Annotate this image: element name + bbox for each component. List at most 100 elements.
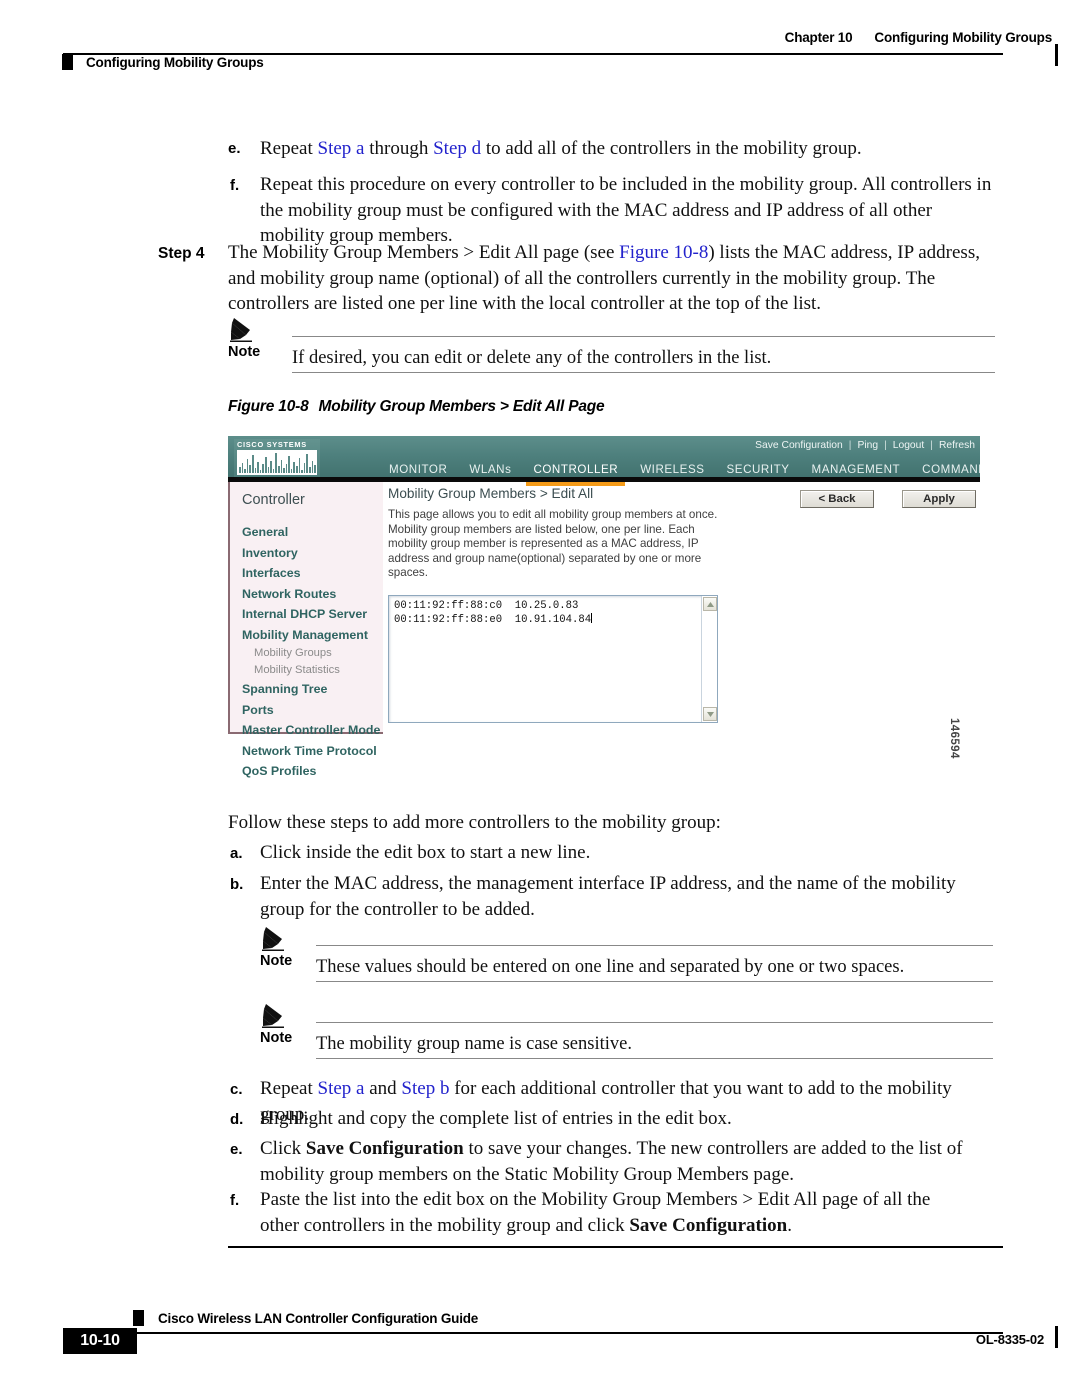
list-marker-d: d. [230, 1111, 244, 1128]
xref-step-a[interactable]: Step a [318, 138, 365, 159]
figure-caption: Figure 10-8 Mobility Group Members > Edit… [228, 398, 605, 416]
editbox-vertical-scrollbar[interactable] [701, 596, 717, 722]
wlc-navbar: CISCO SYSTEMS Save Configuration | Ping | Lo… [228, 436, 980, 486]
link-separator-1: | [848, 440, 852, 451]
text-caret [591, 613, 593, 623]
list-item-e2: Click Save Configuration to save your ch… [260, 1136, 980, 1187]
logout-link[interactable]: Logout [892, 440, 926, 451]
link-separator-3: | [930, 440, 933, 451]
list-marker-e: e. [228, 140, 241, 157]
list-item-f2: Paste the list into the edit box on the … [260, 1187, 972, 1238]
list-marker-b: b. [230, 876, 244, 893]
content-button-row: < Back Apply [800, 490, 976, 508]
sidebar-item-network-routes[interactable]: Network Routes [242, 584, 387, 605]
refresh-link[interactable]: Refresh [938, 440, 976, 451]
footer-page-number: 10-10 [63, 1328, 137, 1354]
list-marker-f2: f. [230, 1192, 240, 1209]
sidebar-item-master-controller-mode[interactable]: Master Controller Mode [242, 720, 387, 741]
link-separator-2: | [884, 440, 887, 451]
note-rule-top-2 [316, 945, 993, 947]
figure-caption-title: Mobility Group Members > Edit All Page [318, 398, 605, 415]
save-configuration-link[interactable]: Save Configuration [754, 440, 844, 451]
note-rule-bottom-2 [316, 981, 993, 983]
note-rule-bottom-1 [292, 372, 995, 374]
sidebar-item-general[interactable]: General [242, 522, 387, 543]
sidebar-item-mobility-groups[interactable]: Mobility Groups [242, 645, 387, 662]
footer-doc-number: OL-8335-02 [975, 1332, 1044, 1347]
figure-id-number: 146594 [948, 718, 960, 759]
step4-pre: The Mobility Group Members > Edit All pa… [228, 242, 620, 263]
header-chapter: Chapter 10 [784, 30, 853, 45]
sidebar-item-mobility-statistics[interactable]: Mobility Statistics [242, 662, 387, 679]
back-button[interactable]: < Back [800, 490, 874, 508]
footer-rule [63, 1332, 1003, 1335]
cisco-systems-logo: CISCO SYSTEMS [234, 439, 320, 479]
item-c-pre: Repeat [260, 1078, 318, 1099]
sidebar-item-ports[interactable]: Ports [242, 700, 387, 721]
note-rule-top-1 [292, 336, 995, 338]
list-item-b: Enter the MAC address, the management in… [260, 873, 956, 920]
list-item-a: Click inside the edit box to start a new… [260, 842, 591, 863]
header-chapter-title: Configuring Mobility Groups [874, 30, 1052, 45]
pencil-icon [262, 925, 292, 956]
step-4-text: The Mobility Group Members > Edit All pa… [228, 240, 993, 317]
header-chapter-line: Chapter 10 Configuring Mobility Groups [784, 30, 1053, 45]
scroll-up-arrow-icon[interactable] [703, 597, 717, 611]
xref-figure-10-8[interactable]: Figure 10-8 [619, 242, 708, 263]
figure-caption-number: Figure 10-8 [228, 398, 309, 415]
step-4-label: Step 4 [158, 245, 205, 262]
header-section-title: Configuring Mobility Groups [86, 55, 264, 70]
editbox-content[interactable]: 00:11:92:ff:88:c0 10.25.0.83 00:11:92:ff… [394, 600, 697, 627]
wlc-sidebar: Controller General Inventory Interfaces … [228, 482, 383, 778]
xref-step-a-2[interactable]: Step a [318, 1078, 365, 1099]
wlc-top-links: Save Configuration | Ping | Logout | Refresh [754, 440, 976, 451]
list-marker-a: a. [230, 845, 243, 862]
list-item-f: Repeat this procedure on every controlle… [260, 174, 992, 246]
header-bullet-square [62, 54, 73, 70]
sidebar-title: Controller [242, 492, 305, 508]
sidebar-item-interfaces[interactable]: Interfaces [242, 563, 387, 584]
list-item-d: Highlight and copy the complete list of … [260, 1108, 732, 1129]
cisco-logo-wordmark: CISCO SYSTEMS [237, 440, 307, 449]
sidebar-list: General Inventory Interfaces Network Rou… [242, 522, 387, 780]
follow-steps-intro: Follow these steps to add more controlle… [228, 812, 721, 833]
xref-step-d[interactable]: Step d [433, 138, 481, 159]
content-bottom-rule [228, 1246, 1003, 1248]
footer-tick [1055, 1326, 1058, 1348]
note-rule-bottom-3 [316, 1058, 993, 1060]
ping-link[interactable]: Ping [856, 440, 879, 451]
list-item-e: Repeat Step a through Step d to add all … [260, 136, 1000, 162]
scroll-down-arrow-icon[interactable] [703, 707, 717, 721]
sidebar-item-inventory[interactable]: Inventory [242, 543, 387, 564]
figure-screenshot-wlc-edit-all: CISCO SYSTEMS Save Configuration | Ping | Lo… [228, 436, 980, 780]
sidebar-item-qos-profiles[interactable]: QoS Profiles [242, 761, 387, 780]
footer-guide-title: Cisco Wireless LAN Controller Configurat… [158, 1311, 479, 1326]
list-marker-c: c. [230, 1081, 243, 1098]
editbox-line-2: 00:11:92:ff:88:e0 10.91.104.84 [394, 614, 592, 626]
xref-step-b[interactable]: Step b [401, 1078, 449, 1099]
sidebar-item-network-time-protocol[interactable]: Network Time Protocol [242, 741, 387, 762]
footer-bullet-square [133, 1310, 144, 1326]
header-tick [1055, 44, 1058, 66]
item-e2-pre: Click [260, 1138, 306, 1159]
list-marker-e2: e. [230, 1141, 243, 1158]
apply-button[interactable]: Apply [902, 490, 976, 508]
sidebar-item-internal-dhcp-server[interactable]: Internal DHCP Server [242, 604, 387, 625]
content-description: This page allows you to edit all mobilit… [388, 508, 718, 580]
mobility-members-editbox[interactable]: 00:11:92:ff:88:c0 10.25.0.83 00:11:92:ff… [388, 595, 718, 723]
note-rule-top-3 [316, 1022, 993, 1024]
item-e-mid: through [364, 138, 434, 159]
item-f2-pre: Paste the list into the edit box on the … [260, 1189, 931, 1236]
item-e-pre: Repeat [260, 138, 318, 159]
pencil-icon [230, 316, 260, 347]
sidebar-item-mobility-management[interactable]: Mobility Management [242, 625, 387, 646]
note-label-2: Note [260, 953, 293, 969]
item-f2-post: . [787, 1214, 792, 1236]
sidebar-item-spanning-tree[interactable]: Spanning Tree [242, 679, 387, 700]
note-text-3: The mobility group name is case sensitiv… [316, 1034, 632, 1054]
item-f2-save-configuration: Save Configuration [629, 1214, 788, 1236]
item-e2-save-configuration: Save Configuration [305, 1138, 464, 1159]
note-text-2: These values should be entered on one li… [316, 957, 905, 977]
list-marker-f: f. [230, 177, 240, 194]
note-text-1: If desired, you can edit or delete any o… [292, 348, 772, 368]
